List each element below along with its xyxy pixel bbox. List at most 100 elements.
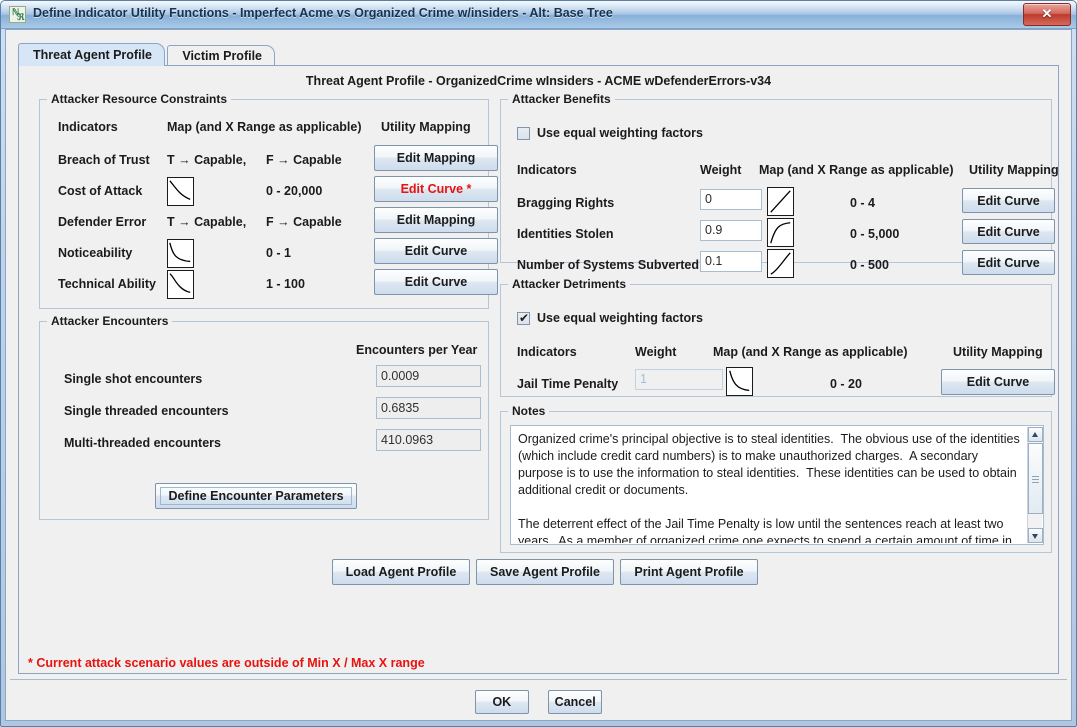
curve-thumbnail-cost-of-attack[interactable] (167, 177, 194, 206)
row-label-identities-stolen: Identities Stolen (517, 227, 614, 241)
attacker-benefits-group: Attacker Benefits Use equal weighting fa… (500, 92, 1059, 278)
button-label: Edit Curve (977, 224, 1040, 239)
row-label-multi-threaded-encounters: Multi-threaded encounters (64, 436, 221, 450)
window-content: Threat Agent Profile Victim Profile Thre… (5, 29, 1072, 721)
notes-textarea-container: Organized crime's principal objective is… (510, 425, 1044, 545)
tab-label: Threat Agent Profile (33, 48, 152, 62)
checkbox-box (517, 126, 530, 140)
page-title: Threat Agent Profile - OrganizedCrime wI… (305, 74, 772, 88)
range-jail-time-penalty: 0 - 20 (830, 377, 862, 391)
button-label: Edit Mapping (396, 151, 476, 165)
curve-thumbnail-bragging-rights[interactable] (767, 187, 794, 216)
column-header-indicators: Indicators (517, 345, 577, 359)
curve-thumbnail-number-of-systems-subverted[interactable] (767, 249, 794, 278)
checkbox-label: Use equal weighting factors (537, 126, 704, 140)
curve-thumbnail-jail-time-penalty[interactable] (726, 367, 753, 396)
range-bragging-rights: 0 - 4 (850, 196, 876, 210)
notes-scrollbar[interactable] (1027, 427, 1043, 543)
column-header-weight: Weight (700, 163, 742, 177)
weight-input-bragging-rights[interactable]: 0 (700, 189, 762, 210)
single-threaded-encounters-value[interactable]: 0.6835 (376, 397, 481, 419)
range-technical-ability: 1 - 100 (266, 277, 305, 291)
notes-textarea[interactable]: Organized crime's principal objective is… (512, 427, 1027, 543)
button-label: Edit Curve (977, 255, 1040, 270)
group-legend: Attacker Detriments (508, 277, 631, 291)
ok-button[interactable]: OK (474, 690, 529, 714)
row-label-cost-of-attack: Cost of Attack (58, 184, 143, 198)
threat-agent-profile-panel: Threat Agent Profile - OrganizedCrime wI… (18, 65, 1059, 674)
cancel-button[interactable]: Cancel (548, 690, 603, 714)
save-agent-profile-button[interactable]: Save Agent Profile (476, 559, 614, 585)
multi-threaded-encounters-value[interactable]: 410.0963 (376, 429, 481, 451)
weight-input-identities-stolen[interactable]: 0.9 (700, 220, 762, 241)
curve-thumbnail-technical-ability[interactable] (167, 270, 194, 299)
tab-victim-profile[interactable]: Victim Profile (167, 45, 276, 66)
scroll-down-arrow-icon[interactable] (1028, 528, 1043, 543)
validation-warning-text: * Current attack scenario values are out… (28, 656, 425, 670)
button-label: Edit Curve * (400, 182, 472, 196)
button-label: Cancel (554, 695, 596, 709)
print-agent-profile-button[interactable]: Print Agent Profile (620, 559, 758, 585)
edit-curve-button-jail-time-penalty[interactable]: Edit Curve (941, 369, 1055, 395)
edit-curve-button-identities-stolen[interactable]: Edit Curve (962, 219, 1055, 244)
column-header-weight: Weight (635, 345, 677, 359)
application-window: ℕ ℜ Define Indicator Utility Functions -… (0, 0, 1077, 727)
window-title: Define Indicator Utility Functions - Imp… (33, 6, 613, 20)
button-label: Edit Curve (977, 193, 1040, 208)
edit-curve-button-noticeability[interactable]: Edit Curve (374, 238, 498, 264)
group-legend: Attacker Encounters (47, 314, 173, 328)
edit-mapping-button-defender-error[interactable]: Edit Mapping (374, 207, 498, 233)
button-label: Edit Mapping (396, 213, 476, 227)
range-cost-of-attack: 0 - 20,000 (266, 184, 323, 198)
scrollbar-grip-icon (1032, 475, 1039, 483)
range-identities-stolen: 0 - 5,000 (850, 227, 900, 241)
range-number-of-systems-subverted: 0 - 500 (850, 258, 889, 272)
checkbox-box: ✔ (517, 311, 530, 325)
dialog-action-buttons: OK Cancel (6, 690, 1071, 714)
close-button[interactable]: ✕ (1023, 3, 1071, 26)
close-icon: ✕ (1041, 6, 1053, 21)
group-legend: Attacker Resource Constraints (47, 92, 232, 106)
column-header-map: Map (and X Range as applicable) (759, 163, 954, 177)
edit-mapping-button-breach-of-trust[interactable]: Edit Mapping (374, 145, 498, 171)
column-header-map: Map (and X Range as applicable) (167, 120, 362, 134)
edit-curve-button-bragging-rights[interactable]: Edit Curve (962, 188, 1055, 213)
range-noticeability: 0 - 1 (266, 246, 292, 260)
tab-strip: Threat Agent Profile Victim Profile (18, 43, 276, 66)
button-label: Save Agent Profile (490, 565, 600, 579)
curve-thumbnail-noticeability[interactable] (167, 239, 194, 268)
use-equal-weighting-checkbox-detriments[interactable]: ✔ Use equal weighting factors (517, 311, 703, 325)
single-shot-encounters-value[interactable]: 0.0009 (376, 365, 481, 387)
footer-divider (10, 679, 1067, 680)
define-encounter-parameters-button[interactable]: Define Encounter Parameters (155, 483, 357, 509)
button-label: Edit Curve (404, 275, 468, 289)
scroll-up-arrow-icon[interactable] (1028, 427, 1043, 442)
use-equal-weighting-checkbox-benefits[interactable]: Use equal weighting factors (517, 126, 703, 140)
app-icon-glyph-2: ℜ (17, 12, 25, 22)
row-label-defender-error: Defender Error (58, 215, 147, 229)
edit-curve-button-cost-of-attack[interactable]: Edit Curve * (374, 176, 498, 202)
map-true-breach-of-trust: T → Capable, (167, 153, 247, 167)
tab-threat-agent-profile[interactable]: Threat Agent Profile (18, 43, 165, 66)
tab-label: Victim Profile (182, 49, 263, 63)
map-true-defender-error: T → Capable, (167, 215, 247, 229)
notes-group: Notes Organized crime's principal object… (500, 404, 1052, 553)
edit-curve-button-number-of-systems-subverted[interactable]: Edit Curve (962, 250, 1055, 275)
row-label-single-shot-encounters: Single shot encounters (64, 372, 203, 386)
column-header-utility-mapping: Utility Mapping (381, 120, 471, 134)
scrollbar-thumb[interactable] (1028, 443, 1043, 514)
button-label: Define Encounter Parameters (168, 489, 344, 503)
column-header-indicators: Indicators (517, 163, 577, 177)
load-agent-profile-button[interactable]: Load Agent Profile (332, 559, 470, 585)
row-label-single-threaded-encounters: Single threaded encounters (64, 404, 229, 418)
attacker-resource-constraints-group: Attacker Resource Constraints Indicators… (39, 92, 498, 309)
curve-thumbnail-identities-stolen[interactable] (767, 218, 794, 247)
button-label: OK (492, 695, 512, 709)
edit-curve-button-technical-ability[interactable]: Edit Curve (374, 269, 498, 295)
button-label: Edit Curve (966, 375, 1030, 389)
checkbox-label: Use equal weighting factors (537, 311, 704, 325)
button-label: Load Agent Profile (345, 565, 457, 579)
button-label: Print Agent Profile (634, 565, 744, 579)
weight-input-number-of-systems-subverted[interactable]: 0.1 (700, 251, 762, 272)
row-label-breach-of-trust: Breach of Trust (58, 153, 150, 167)
